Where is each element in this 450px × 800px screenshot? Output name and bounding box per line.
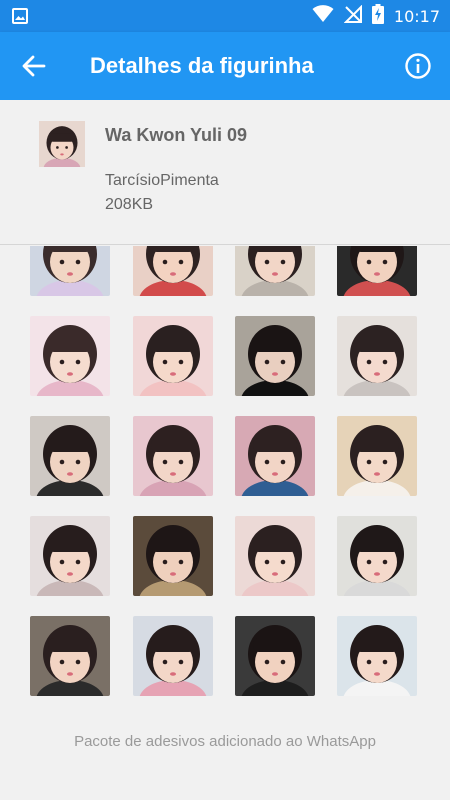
sticker-thumbnail[interactable] <box>235 416 315 496</box>
sticker-thumbnail[interactable] <box>337 616 417 696</box>
app-bar: Detalhes da figurinha <box>0 32 450 100</box>
image-notification-icon <box>12 8 28 29</box>
info-icon[interactable] <box>404 52 432 80</box>
sticker-thumbnail[interactable] <box>133 516 213 596</box>
pack-header: Wa Kwon Yuli 09 TarcísioPimenta 208KB <box>0 100 450 245</box>
pack-name: Wa Kwon Yuli 09 <box>105 125 248 145</box>
sticker-thumbnail[interactable] <box>30 616 110 696</box>
page-title: Detalhes da figurinha <box>90 53 314 78</box>
sticker-thumbnail[interactable] <box>235 246 315 296</box>
sticker-thumbnail[interactable] <box>133 616 213 696</box>
status-time: 10:17 <box>393 6 440 26</box>
sticker-thumbnail[interactable] <box>30 516 110 596</box>
battery-charging-icon <box>371 3 384 29</box>
status-bar: 10:17 <box>0 0 450 32</box>
sticker-thumbnail[interactable] <box>133 316 213 396</box>
pack-tray-image <box>39 121 85 167</box>
sticker-thumbnail[interactable] <box>337 416 417 496</box>
pack-size: 208KB <box>105 196 154 213</box>
no-signal-icon <box>343 4 362 28</box>
sticker-thumbnail[interactable] <box>30 316 110 396</box>
back-arrow-icon[interactable] <box>20 52 48 80</box>
sticker-thumbnail[interactable] <box>235 616 315 696</box>
sticker-thumbnail[interactable] <box>235 516 315 596</box>
sticker-thumbnail[interactable] <box>337 316 417 396</box>
sticker-grid <box>0 246 450 706</box>
sticker-thumbnail[interactable] <box>337 516 417 596</box>
sticker-thumbnail[interactable] <box>133 246 213 296</box>
pack-author: TarcísioPimenta <box>105 172 219 189</box>
sticker-thumbnail[interactable] <box>30 246 110 296</box>
wifi-icon <box>312 4 334 28</box>
sticker-thumbnail[interactable] <box>133 416 213 496</box>
sticker-thumbnail[interactable] <box>30 416 110 496</box>
added-to-whatsapp-message: Pacote de adesivos adicionado ao WhatsAp… <box>74 733 376 750</box>
sticker-thumbnail[interactable] <box>337 246 417 296</box>
sticker-thumbnail[interactable] <box>235 316 315 396</box>
